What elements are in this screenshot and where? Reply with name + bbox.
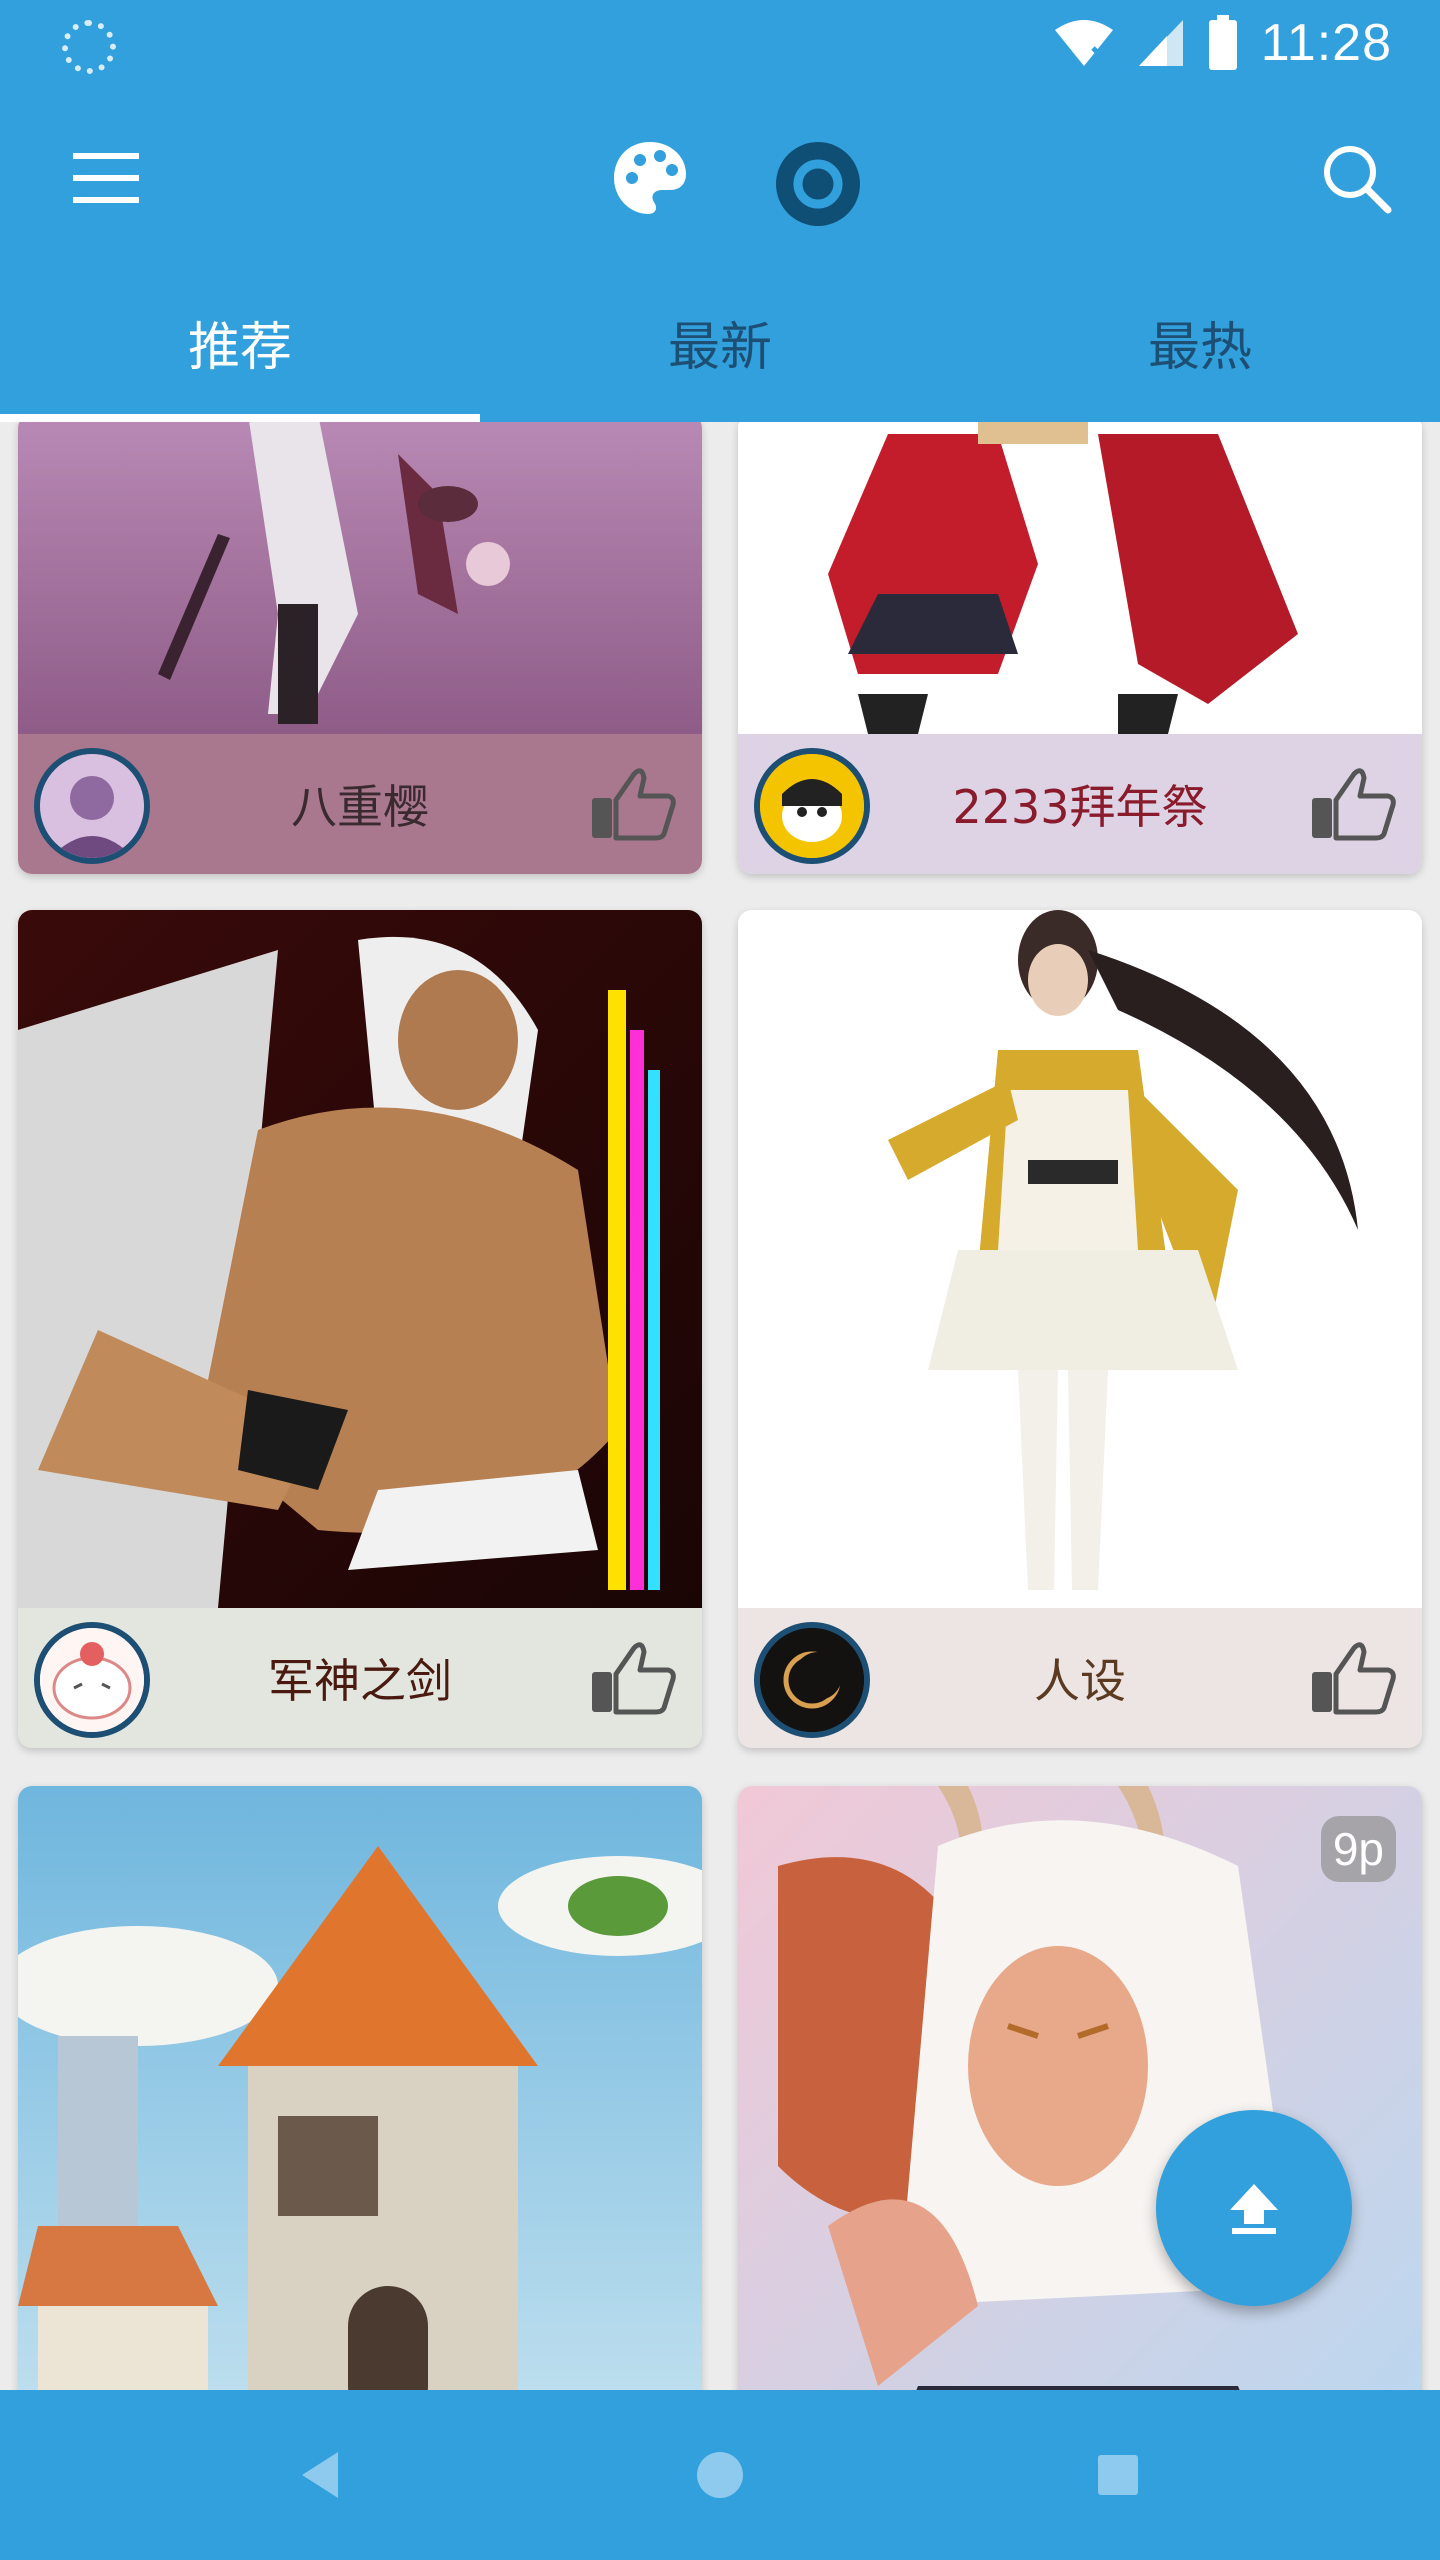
menu-icon: [73, 153, 139, 203]
tab-indicator: [0, 414, 480, 422]
author-avatar[interactable]: [34, 1622, 150, 1738]
card-footer: 军神之剑: [18, 1608, 702, 1748]
clock: 11:28: [1260, 14, 1392, 72]
recents-icon: [1098, 2455, 1138, 2495]
artwork-image[interactable]: [18, 1786, 702, 2390]
palette-icon: [614, 142, 686, 214]
image-feed[interactable]: 八重樱 2233拜年祭 军神之剑 人设 9p: [0, 422, 1440, 2390]
target-button[interactable]: [768, 134, 868, 234]
upload-button[interactable]: [1156, 2110, 1352, 2306]
tab-recommended[interactable]: 推荐: [0, 262, 480, 422]
card-footer: 八重樱: [18, 734, 702, 874]
artwork-card[interactable]: 2233拜年祭: [738, 422, 1422, 874]
like-icon[interactable]: [590, 766, 676, 842]
wifi-x-icon: [1054, 20, 1113, 66]
tab-latest[interactable]: 最新: [480, 262, 960, 422]
nav-home-button[interactable]: [670, 2390, 770, 2560]
card-title: 八重樱: [291, 780, 429, 834]
tab-hottest[interactable]: 最热: [960, 262, 1440, 422]
artwork-card[interactable]: 9p: [738, 1786, 1422, 2390]
artwork-image[interactable]: [738, 910, 1422, 1608]
upload-icon: [1230, 2184, 1278, 2234]
tab-bar: 推荐 最新 最热: [0, 262, 1440, 422]
page-count-badge: 9p: [1320, 1816, 1396, 1882]
palette-button[interactable]: [600, 128, 700, 228]
artwork-card[interactable]: 八重樱: [18, 422, 702, 874]
artwork-card[interactable]: 人设: [738, 910, 1422, 1748]
author-avatar[interactable]: [754, 748, 870, 864]
card-footer: 人设: [738, 1608, 1422, 1748]
artwork-card[interactable]: 军神之剑: [18, 910, 702, 1748]
artwork-image[interactable]: [18, 910, 702, 1608]
artwork-image[interactable]: [738, 1786, 1422, 2390]
app-bar: [0, 86, 1440, 262]
artwork-image[interactable]: [18, 422, 702, 734]
search-button[interactable]: [1306, 128, 1406, 228]
signal-icon: [1138, 20, 1183, 66]
back-icon: [302, 2452, 338, 2498]
artwork-image[interactable]: [738, 422, 1422, 734]
nav-back-button[interactable]: [270, 2390, 370, 2560]
card-title: 军神之剑: [268, 1654, 452, 1708]
search-icon: [1324, 146, 1392, 214]
author-avatar[interactable]: [754, 1622, 870, 1738]
status-bar: 11:28: [0, 0, 1440, 86]
like-icon[interactable]: [1310, 766, 1396, 842]
like-icon[interactable]: [590, 1640, 676, 1716]
menu-button[interactable]: [56, 128, 156, 228]
home-icon: [697, 2452, 743, 2498]
sync-icon: [62, 20, 116, 74]
nav-recents-button[interactable]: [1068, 2390, 1168, 2560]
like-icon[interactable]: [1310, 1640, 1396, 1716]
battery-icon: [1208, 15, 1237, 70]
target-icon: [776, 142, 860, 226]
card-footer: 2233拜年祭: [738, 734, 1422, 874]
system-nav-bar: [0, 2390, 1440, 2560]
status-icons: 11:28: [1053, 8, 1392, 78]
card-title: 2233拜年祭: [952, 780, 1208, 834]
artwork-card[interactable]: [18, 1786, 702, 2390]
author-avatar[interactable]: [34, 748, 150, 864]
card-title: 人设: [1034, 1654, 1126, 1708]
